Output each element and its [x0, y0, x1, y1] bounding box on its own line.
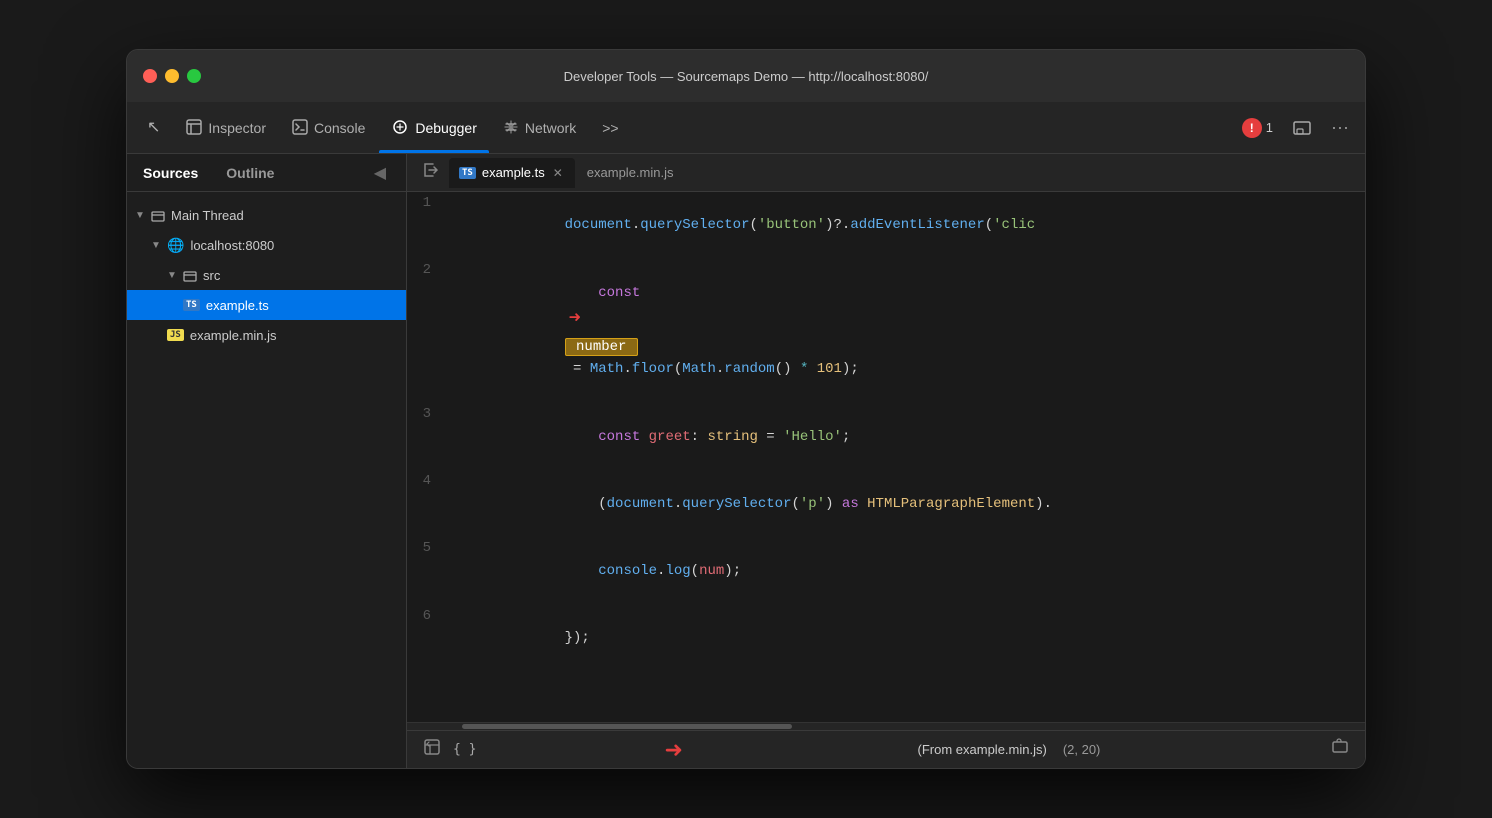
more-options-button[interactable]: ··· [1323, 113, 1357, 142]
tree-arrow-src: ▼ [167, 270, 177, 281]
tree-label-localhost: localhost:8080 [190, 238, 274, 253]
code-line-3: 3 const greet: string = 'Hello'; [407, 403, 1365, 470]
error-badge-button[interactable]: ! 1 [1234, 114, 1281, 142]
devtools-window: Developer Tools — Sourcemaps Demo — http… [126, 49, 1366, 769]
js-badge: JS [167, 329, 184, 341]
traffic-lights [143, 69, 201, 83]
tree-label-example-min-js: example.min.js [190, 328, 277, 343]
code-editor[interactable]: 1 document.querySelector('button')?.addE… [407, 192, 1365, 722]
scroll-thumb[interactable] [462, 724, 792, 729]
network-tab-label: Network [525, 120, 576, 136]
line-content-6: }); [447, 605, 606, 672]
debugger-tab-label: Debugger [415, 120, 477, 136]
code-content: 1 document.querySelector('button')?.addE… [407, 192, 1365, 672]
line-number-1: 1 [407, 192, 447, 214]
cursor-coords: (2, 20) [1063, 742, 1101, 757]
editor-area: TS example.ts ✕ example.min.js 1 documen… [407, 154, 1365, 768]
debugger-icon [391, 119, 409, 135]
file-tree: ▼ Main Thread ▼ 🌐 localhost:8080 [127, 192, 406, 768]
line-number-4: 4 [407, 470, 447, 492]
sidebar-tabs: Sources Outline ◀ [127, 154, 406, 192]
tree-label-src: src [203, 268, 220, 283]
window-title: Developer Tools — Sourcemaps Demo — http… [564, 69, 929, 84]
src-folder-icon [183, 267, 197, 283]
blackbox-button[interactable] [1327, 734, 1353, 765]
inspector-tab-label: Inspector [208, 120, 266, 136]
code-line-6: 6 }); [407, 605, 1365, 672]
code-line-2: 2 const ➜ number = Math.floor(Math.rando… [407, 259, 1365, 403]
source-map-toggle-button[interactable] [419, 734, 445, 765]
toolbar: ↖ Inspector Console [127, 102, 1365, 154]
tab-close-button[interactable]: ✕ [551, 166, 565, 180]
horizontal-scrollbar[interactable] [407, 722, 1365, 730]
line-number-6: 6 [407, 605, 447, 627]
tab-example-min-js-label: example.min.js [587, 165, 674, 180]
tree-arrow-localhost: ▼ [151, 240, 161, 251]
tree-item-localhost[interactable]: ▼ 🌐 localhost:8080 [127, 230, 406, 260]
error-count: 1 [1266, 120, 1273, 135]
tab-example-ts-label: example.ts [482, 165, 545, 180]
line-content-2: const ➜ number = Math.floor(Math.random(… [447, 259, 875, 403]
responsive-design-button[interactable] [1285, 113, 1319, 142]
line-content-3: const greet: string = 'Hello'; [447, 403, 866, 470]
titlebar: Developer Tools — Sourcemaps Demo — http… [127, 50, 1365, 102]
source-map-arrow: ➜ [664, 737, 682, 763]
line-number-3: 3 [407, 403, 447, 425]
cursor-tool-button[interactable]: ↖ [135, 102, 172, 153]
network-icon [503, 119, 519, 135]
tab-example-min-js[interactable]: example.min.js [577, 158, 684, 188]
tree-item-example-ts[interactable]: TS example.ts [127, 290, 406, 320]
folder-icon [151, 207, 165, 223]
console-tab-button[interactable]: Console [280, 102, 377, 153]
tree-item-main-thread[interactable]: ▼ Main Thread [127, 200, 406, 230]
more-tools-label: >> [602, 120, 618, 136]
editor-collapse-button[interactable] [415, 158, 447, 187]
line-number-5: 5 [407, 537, 447, 559]
sidebar-collapse-button[interactable]: ◀ [370, 161, 390, 185]
tree-item-example-min-js[interactable]: JS example.min.js [127, 320, 406, 350]
maximize-button[interactable] [187, 69, 201, 83]
line-content-5: console.log(num); [447, 537, 757, 604]
console-tab-label: Console [314, 120, 365, 136]
globe-icon: 🌐 [167, 237, 184, 254]
network-tab-button[interactable]: Network [491, 102, 588, 153]
inspector-tab-button[interactable]: Inspector [174, 102, 278, 153]
source-origin-text: (From example.min.js) [918, 742, 1047, 757]
pretty-print-button[interactable]: { } [453, 742, 476, 757]
error-icon: ! [1242, 118, 1262, 138]
tree-arrow-main-thread: ▼ [135, 210, 145, 221]
tree-item-src[interactable]: ▼ src [127, 260, 406, 290]
code-line-4: 4 (document.querySelector('p') as HTMLPa… [407, 470, 1365, 537]
cursor-icon: ↖ [147, 120, 160, 136]
highlighted-word: number [565, 338, 638, 356]
tab-ts-badge: TS [459, 167, 476, 179]
debugger-tab-button[interactable]: Debugger [379, 102, 489, 153]
tab-example-ts[interactable]: TS example.ts ✕ [449, 158, 575, 188]
tree-label-example-ts: example.ts [206, 298, 269, 313]
status-bar: { } ➜ (From example.min.js) (2, 20) [407, 730, 1365, 768]
sidebar-tab-outline[interactable]: Outline [226, 165, 286, 181]
main-content: Sources Outline ◀ ▼ Main Thread [127, 154, 1365, 768]
inspector-icon [186, 119, 202, 135]
close-button[interactable] [143, 69, 157, 83]
tree-label-main-thread: Main Thread [171, 208, 244, 223]
line-content-1: document.querySelector('button')?.addEve… [447, 192, 1051, 259]
line-content-4: (document.querySelector('p') as HTMLPara… [447, 470, 1068, 537]
sidebar: Sources Outline ◀ ▼ Main Thread [127, 154, 407, 768]
minimize-button[interactable] [165, 69, 179, 83]
sidebar-tab-sources[interactable]: Sources [143, 165, 210, 181]
console-icon [292, 119, 308, 135]
toolbar-right: ! 1 ··· [1234, 102, 1357, 153]
line-number-2: 2 [407, 259, 447, 281]
editor-tabs: TS example.ts ✕ example.min.js [407, 154, 1365, 192]
more-tools-button[interactable]: >> [590, 102, 630, 153]
code-line-5: 5 console.log(num); [407, 537, 1365, 604]
red-arrow-line2: ➜ [569, 304, 581, 336]
code-line-1: 1 document.querySelector('button')?.addE… [407, 192, 1365, 259]
more-options-label: ··· [1331, 117, 1349, 137]
ts-badge: TS [183, 299, 200, 311]
